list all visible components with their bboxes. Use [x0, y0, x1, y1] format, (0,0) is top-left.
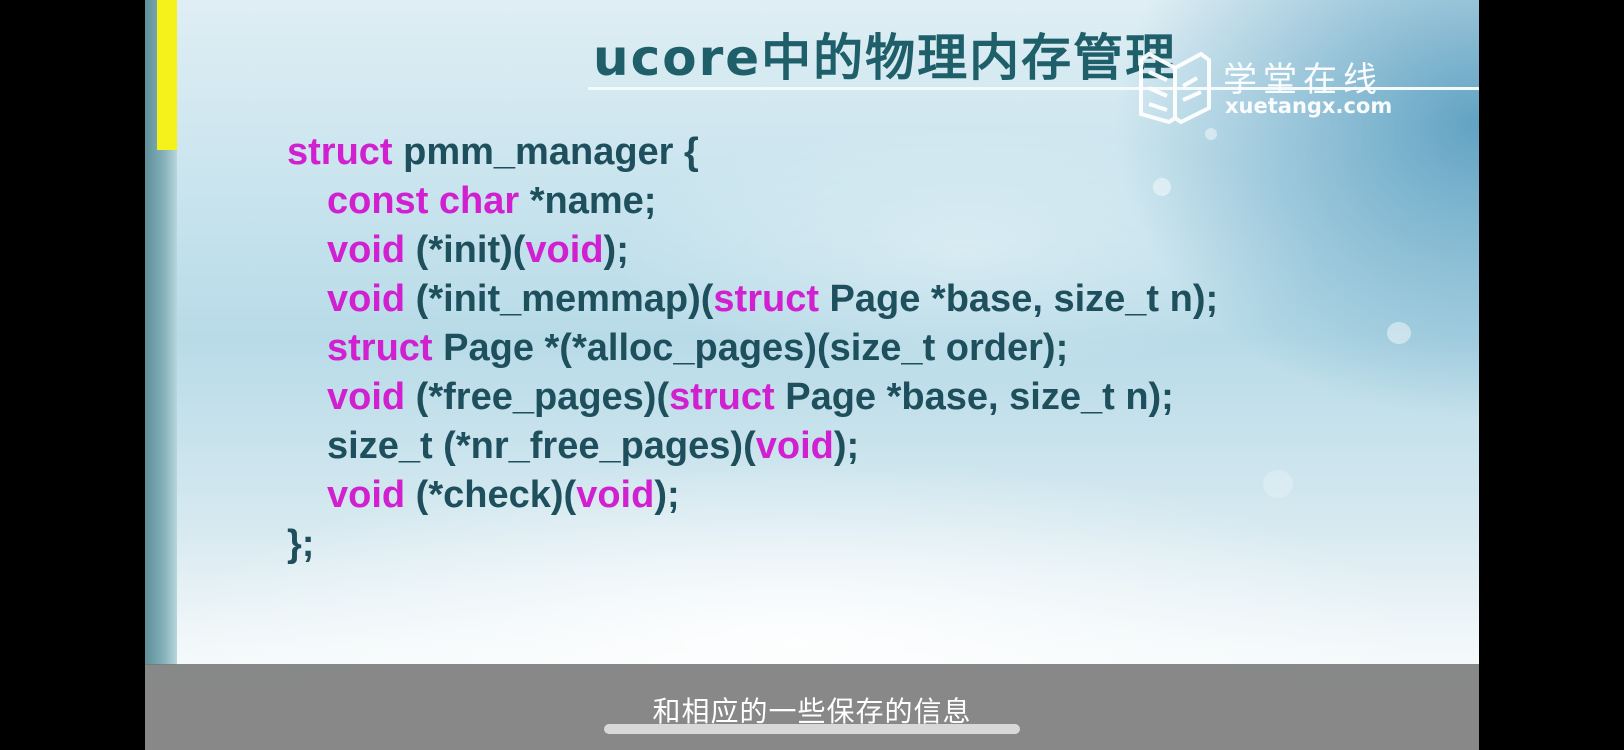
slide-title: ucore中的物理内存管理 [593, 29, 1178, 87]
code-text: Page *base, size_t n); [774, 376, 1174, 418]
code-keyword: void [327, 278, 406, 320]
code-keyword: void [327, 229, 406, 271]
code-text: Page *base, size_t n); [818, 278, 1219, 320]
code-block: struct pmm_manager {const char *name; voi… [287, 128, 1218, 569]
code-line: size_t (*nr_free_pages)(void); [287, 422, 1218, 471]
background-bubble [1263, 470, 1293, 498]
code-keyword: struct [327, 327, 433, 369]
code-keyword: struct [713, 278, 819, 320]
code-text: *name; [519, 180, 657, 222]
code-keyword: void [525, 229, 604, 271]
code-text: (*free_pages)( [405, 376, 670, 418]
video-frame[interactable]: ucore中的物理内存管理 学堂在线 xuetangx.com struct p… [145, 0, 1479, 750]
code-keyword: struct [287, 131, 393, 173]
code-text: }; [287, 523, 315, 565]
code-text: (*check)( [405, 474, 577, 516]
background-bubble [1387, 322, 1411, 344]
code-line: void (*free_pages)(struct Page *base, si… [287, 373, 1218, 422]
code-keyword: void [327, 376, 406, 418]
code-text: pmm_manager { [392, 131, 699, 173]
code-text: size_t (*nr_free_pages)( [327, 425, 756, 467]
xuetangx-logo: 学堂在线 xuetangx.com [1135, 48, 1435, 128]
code-text: Page *(*alloc_pages)(size_t order); [432, 327, 1069, 369]
code-line: struct Page *(*alloc_pages)(size_t order… [287, 324, 1218, 373]
code-keyword: void [755, 425, 834, 467]
code-keyword: const char [327, 180, 520, 222]
code-line: const char *name; [287, 177, 1218, 226]
book-icon [1139, 51, 1211, 125]
code-text: (*init)( [405, 229, 526, 271]
code-line: void (*check)(void); [287, 471, 1218, 520]
yellow-accent-bar [157, 0, 177, 150]
code-text: (*init_memmap)( [405, 278, 714, 320]
subtitle-bar: 和相应的一些保存的信息 [145, 664, 1479, 750]
code-text: ); [833, 425, 860, 467]
code-line: struct pmm_manager { [287, 128, 1218, 177]
code-line: void (*init_memmap)(struct Page *base, s… [287, 275, 1218, 324]
code-keyword: void [576, 474, 655, 516]
code-line: }; [287, 520, 1218, 569]
playback-progress-handle[interactable] [604, 724, 1020, 734]
code-line: void (*init)(void); [287, 226, 1218, 275]
code-text: ); [603, 229, 629, 271]
code-keyword: void [327, 474, 406, 516]
code-keyword: struct [669, 376, 775, 418]
logo-url: xuetangx.com [1225, 94, 1393, 118]
code-text: ); [654, 474, 680, 516]
